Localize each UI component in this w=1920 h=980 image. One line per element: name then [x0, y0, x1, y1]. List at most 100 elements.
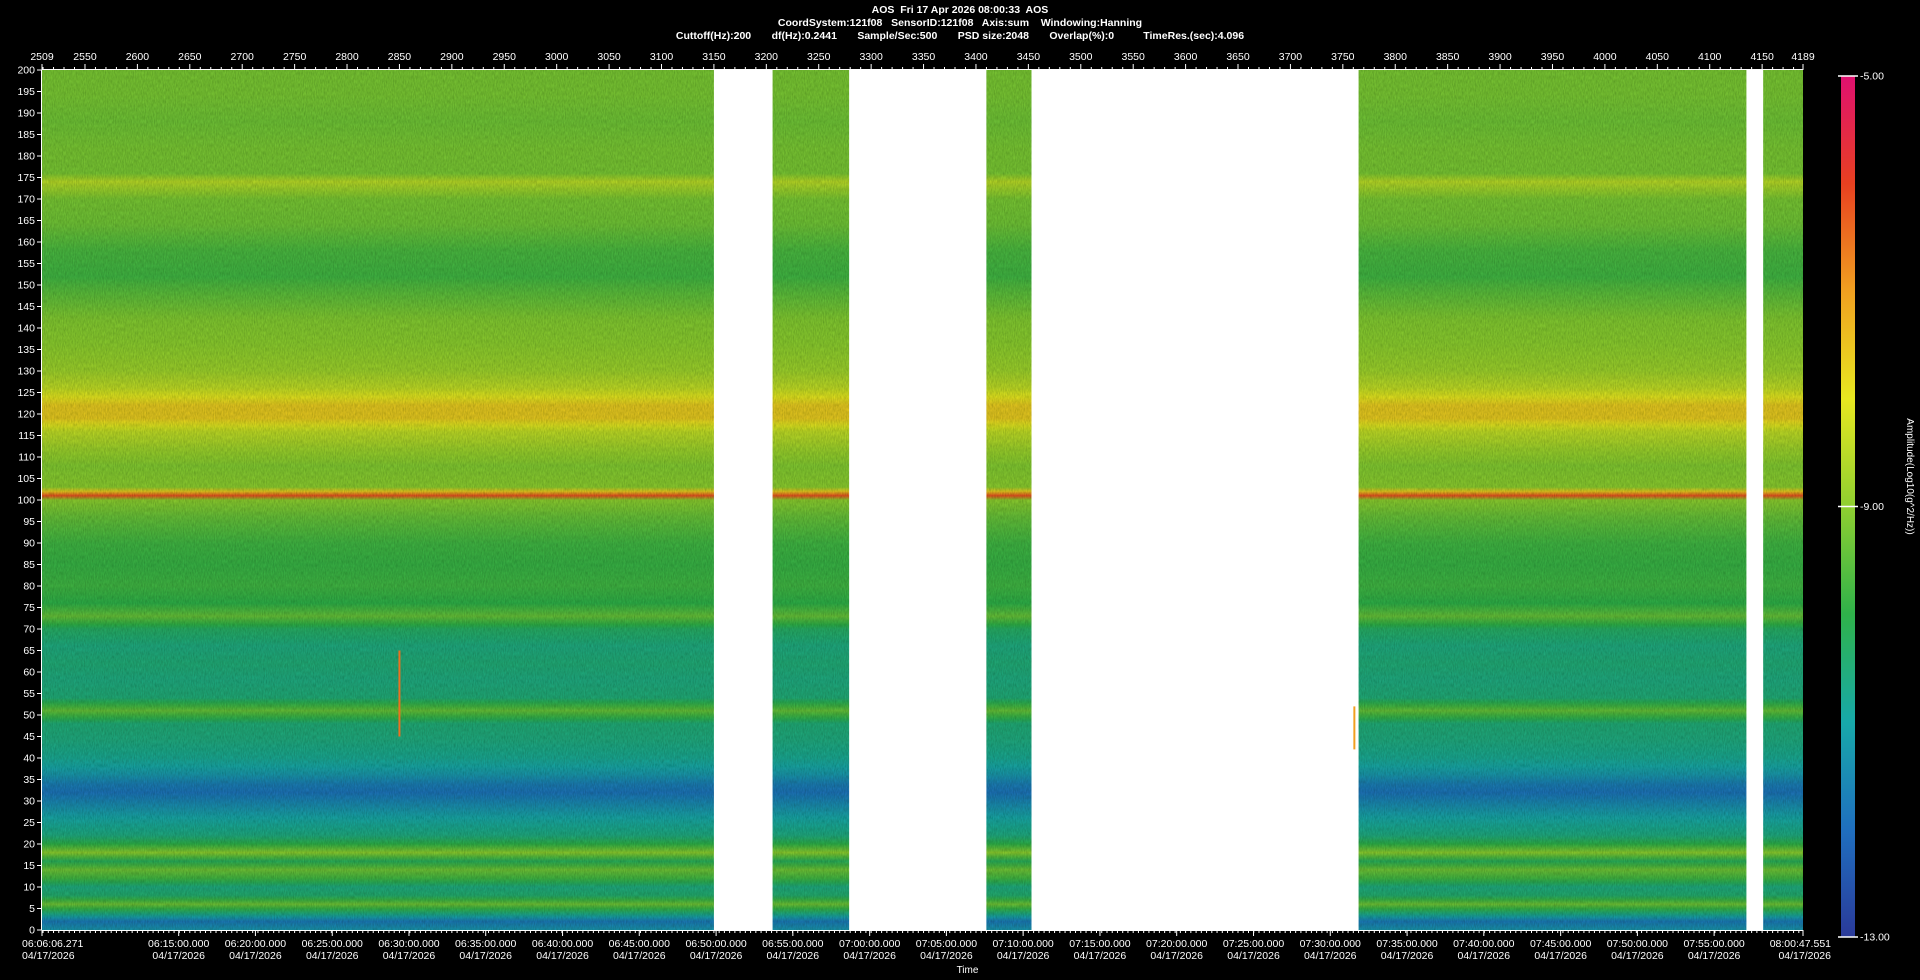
x-axis-time: 06:06:06.27104/17/202606:15:00.00004/17/…	[22, 930, 1831, 976]
y-tick-label: 140	[17, 323, 35, 335]
y-tick-label: 65	[23, 645, 35, 657]
colorbar-tick-label: -13.00	[1860, 932, 1890, 944]
y-tick-label: 160	[17, 237, 35, 249]
spectrogram-segment-1	[42, 70, 714, 930]
y-tick-label: 100	[17, 495, 35, 507]
x-top-tick-label: 3750	[1331, 51, 1355, 63]
x-top-tick-label: 2800	[335, 51, 359, 63]
y-tick-label: 40	[23, 753, 35, 765]
y-tick-label: 150	[17, 280, 35, 292]
x-date-tick-label: 04/17/2026	[1074, 950, 1127, 962]
y-tick-label: 115	[18, 430, 35, 442]
x-top-tick-label: 3550	[1122, 51, 1146, 63]
x-top-tick-label: 2900	[440, 51, 464, 63]
x-top-tick-label: 3450	[1017, 51, 1041, 63]
y-tick-label: 145	[17, 301, 35, 313]
x-date-tick-label: 04/17/2026	[22, 950, 75, 962]
y-tick-label: 85	[23, 559, 35, 571]
y-tick-label: 170	[17, 194, 35, 206]
x-time-tick-label: 06:20:00.000	[225, 938, 286, 950]
y-tick-label: 20	[23, 839, 35, 851]
x-time-tick-label: 06:06:06.271	[22, 938, 83, 950]
x-time-tick-label: 07:35:00.000	[1376, 938, 1437, 950]
x-time-tick-label: 06:40:00.000	[532, 938, 593, 950]
y-tick-label: 35	[23, 774, 35, 786]
x-top-tick-label: 3150	[702, 51, 726, 63]
y-tick-label: 25	[23, 817, 35, 829]
x-top-tick-label: 3350	[912, 51, 936, 63]
x-date-tick-label: 04/17/2026	[1688, 950, 1741, 962]
y-tick-label: 110	[18, 452, 35, 464]
colorbar-legend: -5.00 -9.00 -13.00 Amplitude(Log10(g^2/Hz))	[1838, 71, 1915, 944]
y-tick-label: 190	[17, 108, 35, 120]
y-tick-label: 185	[17, 129, 35, 141]
x-time-tick-label: 07:15:00.000	[1069, 938, 1130, 950]
x-time-tick-label: 06:15:00.000	[148, 938, 209, 950]
y-tick-label: 10	[23, 882, 35, 894]
y-tick-label: 30	[23, 796, 35, 808]
x-top-tick-label: 3700	[1279, 51, 1303, 63]
y-tick-label: 105	[17, 473, 35, 485]
spectrogram-chart[interactable]: 0 5 10 15 20 25 30 35 40 45 50 55 60 65 70 75 80 85 90 95 10…	[0, 0, 1920, 980]
x-time-tick-label: 07:50:00.000	[1607, 938, 1668, 950]
y-tick-label: 90	[23, 538, 35, 550]
x-date-tick-label: 04/17/2026	[767, 950, 820, 962]
x-top-tick-label: 2650	[178, 51, 202, 63]
y-tick-label: 200	[17, 65, 35, 77]
x-time-tick-label: 07:00:00.000	[839, 938, 900, 950]
x-time-tick-label: 07:20:00.000	[1146, 938, 1207, 950]
x-date-tick-label: 04/17/2026	[1458, 950, 1511, 962]
spectrogram-segment-2	[772, 70, 850, 930]
y-tick-label: 70	[23, 624, 35, 636]
x-time-tick-label: 07:25:00.000	[1223, 938, 1284, 950]
y-tick-label: 5	[29, 903, 35, 915]
y-tick-label: 45	[23, 731, 35, 743]
y-tick-label: 180	[17, 151, 35, 163]
y-tick-label: 175	[17, 172, 35, 184]
y-tick-label: 80	[23, 581, 35, 593]
x-time-tick-label: 06:45:00.000	[609, 938, 670, 950]
x-date-tick-label: 04/17/2026	[306, 950, 359, 962]
x-top-tick-label: 2700	[231, 51, 255, 63]
x-top-tick-label: 3600	[1174, 51, 1198, 63]
x-time-tick-label: 07:10:00.000	[992, 938, 1053, 950]
x-top-tick-label: 4189	[1791, 51, 1815, 63]
x-time-tick-label: 06:30:00.000	[378, 938, 439, 950]
x-date-tick-label: 04/17/2026	[1778, 950, 1831, 962]
x-time-tick-label: 07:55:00.000	[1683, 938, 1744, 950]
y-tick-label: 15	[23, 860, 35, 872]
x-top-tick-label: 3800	[1384, 51, 1408, 63]
y-tick-label: 55	[23, 688, 35, 700]
x-date-tick-label: 04/17/2026	[1304, 950, 1357, 962]
x-top-tick-label: 2600	[126, 51, 150, 63]
y-tick-label: 95	[23, 516, 35, 528]
y-tick-label: 125	[17, 387, 35, 399]
colorbar-title: Amplitude(Log10(g^2/Hz))	[1904, 418, 1915, 534]
y-tick-label: 50	[23, 710, 35, 722]
x-time-tick-label: 08:00:47.551	[1770, 938, 1831, 950]
spectrogram-segment-3	[986, 70, 1032, 930]
x-top-tick-label: 3000	[545, 51, 569, 63]
x-top-tick-label: 3400	[964, 51, 988, 63]
y-tick-label: 120	[17, 409, 35, 421]
x-top-tick-label: 4100	[1698, 51, 1722, 63]
y-tick-label: 60	[23, 667, 35, 679]
x-top-tick-label: 2850	[388, 51, 412, 63]
spectrogram-segment-4	[1358, 70, 1747, 930]
x-date-tick-label: 04/17/2026	[229, 950, 282, 962]
y-tick-label: 135	[17, 344, 35, 356]
x-top-tick-label: 3050	[597, 51, 621, 63]
x-date-tick-label: 04/17/2026	[459, 950, 512, 962]
colorbar-tick-label: -9.00	[1860, 501, 1884, 513]
x-date-tick-label: 04/17/2026	[690, 950, 743, 962]
x-date-tick-label: 04/17/2026	[383, 950, 436, 962]
x-time-tick-label: 06:55:00.000	[762, 938, 823, 950]
x-top-tick-label: 2509	[30, 51, 54, 63]
x-top-tick-label: 4150	[1750, 51, 1774, 63]
x-date-tick-label: 04/17/2026	[1227, 950, 1280, 962]
x-date-tick-label: 04/17/2026	[1381, 950, 1434, 962]
x-top-tick-label: 3900	[1488, 51, 1512, 63]
x-top-tick-label: 3250	[807, 51, 831, 63]
x-top-tick-label: 3100	[650, 51, 674, 63]
x-time-tick-label: 07:40:00.000	[1453, 938, 1514, 950]
